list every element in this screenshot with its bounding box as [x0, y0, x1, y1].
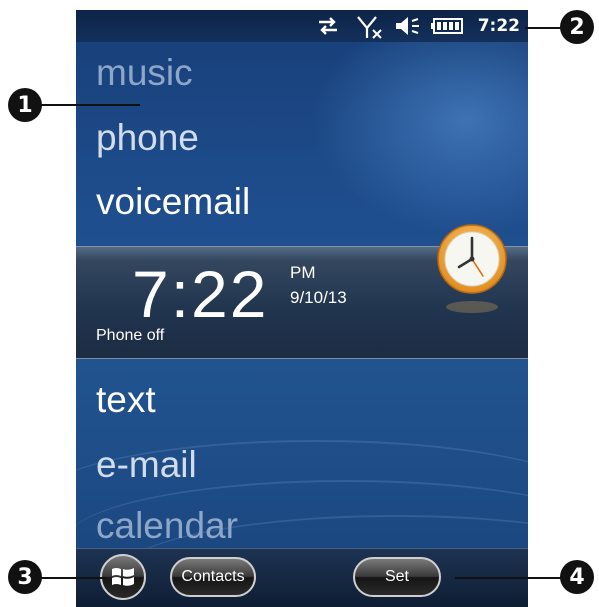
start-button[interactable] [100, 554, 146, 600]
data-sync-icon [319, 17, 337, 35]
menu-item-voicemail[interactable]: voicemail [96, 182, 250, 222]
clock-date: 9/10/13 [290, 288, 347, 307]
menu-item-text[interactable]: text [96, 380, 156, 420]
menu-item-music[interactable]: music [96, 53, 193, 93]
callout-line-2 [525, 27, 565, 29]
callout-3: 3 [8, 560, 42, 594]
menu-item-email[interactable]: e-mail [96, 445, 197, 485]
menu-item-calendar[interactable]: calendar [96, 506, 238, 546]
speaker-muted-icon [396, 17, 419, 35]
clock-panel[interactable]: 7:22 PM 9/10/13 Phone off [76, 224, 528, 359]
no-signal-icon [357, 16, 382, 39]
status-bar[interactable]: 7:22 [76, 10, 528, 42]
phone-status-text: Phone off [96, 327, 165, 344]
callout-line-3 [36, 577, 106, 579]
callout-1: 1 [8, 88, 42, 122]
callout-line-1 [40, 104, 140, 106]
battery-full-icon [431, 18, 463, 34]
callout-line-4 [455, 577, 567, 579]
phone-screen: 7:22 music phone voicemail 7:22 PM 9/10/… [76, 10, 528, 607]
clock-time: 7:22 [132, 257, 269, 331]
callout-2: 2 [560, 10, 594, 44]
callout-4: 4 [560, 560, 594, 594]
clock-icon[interactable] [434, 221, 510, 317]
clock-ampm: PM [290, 263, 316, 282]
contacts-softkey[interactable]: Contacts [170, 557, 256, 597]
menu-item-phone[interactable]: phone [96, 118, 199, 158]
set-softkey[interactable]: Set [353, 557, 441, 597]
windows-start-icon [112, 568, 134, 586]
status-time[interactable]: 7:22 [478, 16, 520, 36]
